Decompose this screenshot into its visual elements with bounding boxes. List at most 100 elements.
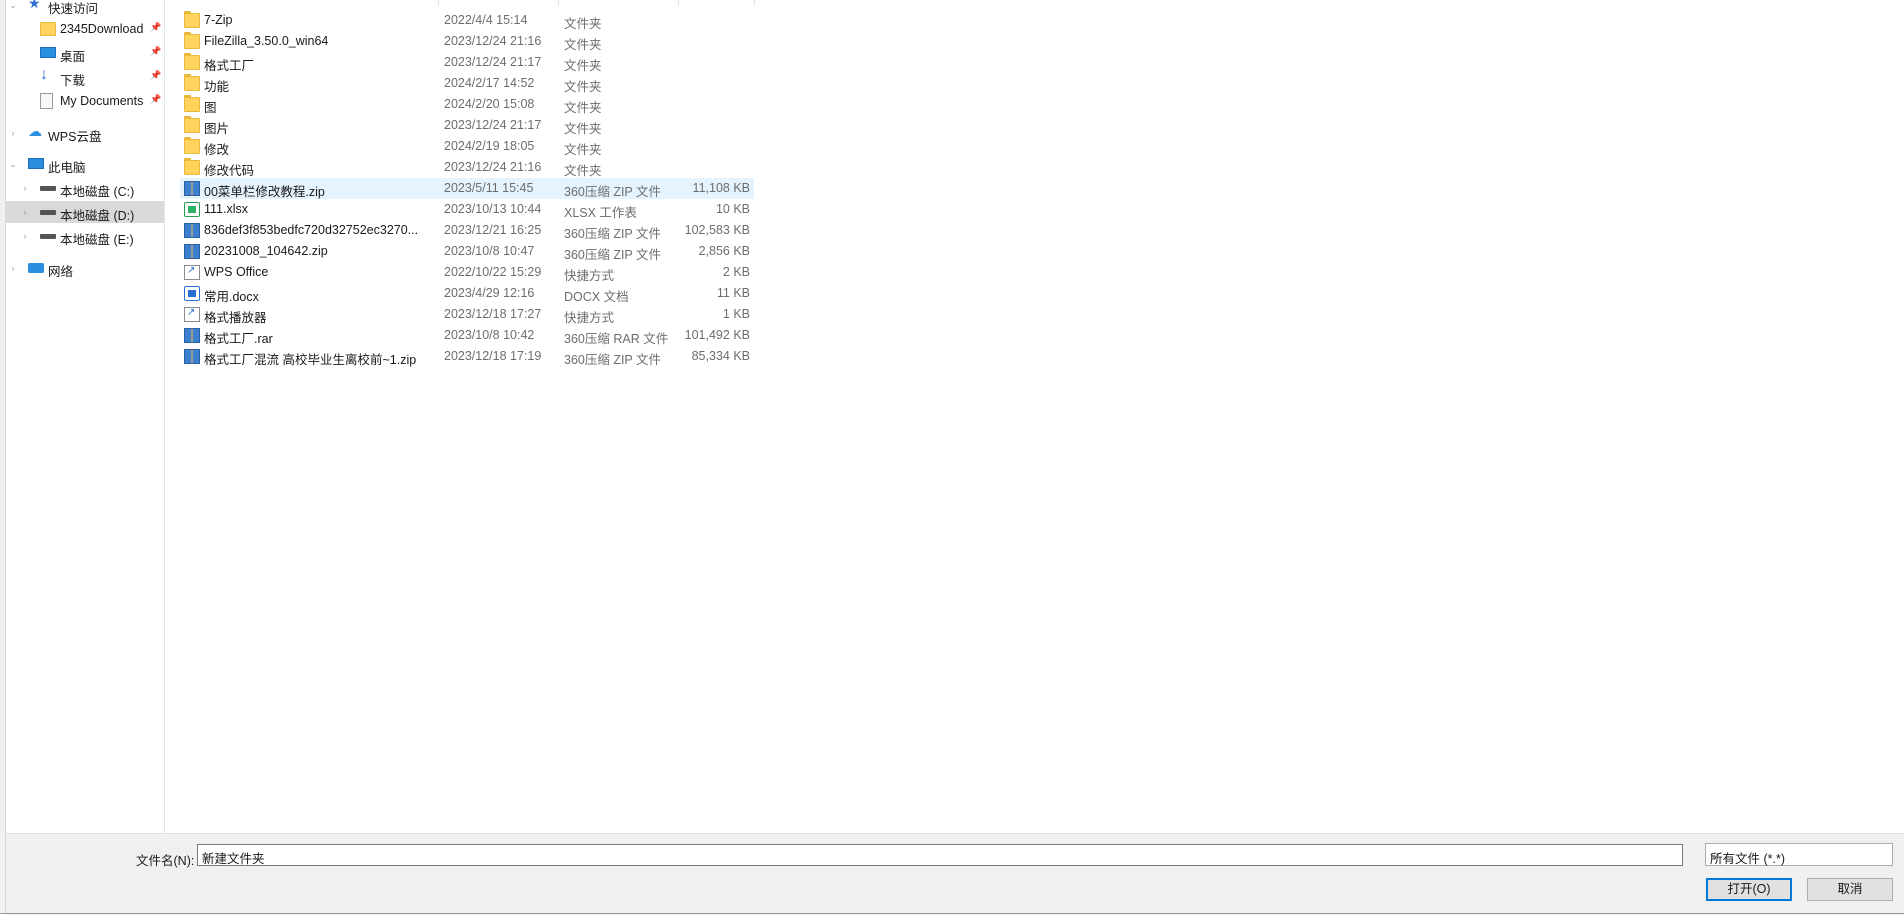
file-row[interactable]: 836def3f853bedfc720d32752ec3270... 2023/1…	[180, 220, 754, 241]
chevron-down-icon[interactable]: ⌄	[8, 159, 18, 169]
file-row[interactable]: 格式工厂混流 高校毕业生离校前~1.zip 2023/12/18 17:19 360…	[180, 346, 754, 367]
folder-icon	[184, 53, 200, 70]
file-name: FileZilla_3.50.0_win64	[204, 34, 329, 48]
file-type: 文件夹	[564, 143, 602, 157]
nav-item[interactable]: ↓ 下载 📌	[6, 66, 164, 88]
file-name: 功能	[204, 80, 230, 94]
zip-icon	[184, 223, 200, 238]
chevron-right-icon[interactable]: ›	[8, 128, 18, 138]
file-name: 修改代码	[204, 164, 255, 178]
file-type: 360压缩 ZIP 文件	[564, 227, 662, 241]
file-type: 360压缩 ZIP 文件	[564, 353, 662, 367]
chevron-right-icon[interactable]: ›	[20, 183, 30, 193]
chevron-right-icon[interactable]: ›	[20, 231, 30, 241]
file-name: 20231008_104642.zip	[204, 244, 328, 258]
file-type: 360压缩 RAR 文件	[564, 332, 669, 346]
file-type: 文件夹	[564, 164, 602, 178]
nav-item[interactable]: ⌄ ★ 快速访问	[6, 0, 164, 16]
file-size: 85,334 KB	[691, 349, 750, 363]
file-row[interactable]: 7-Zip 2022/4/4 15:14 文件夹	[180, 10, 754, 31]
xlsx-icon	[184, 202, 200, 217]
column-separator[interactable]	[754, 0, 755, 6]
nav-item[interactable]: › 本地磁盘 (D:)	[6, 201, 164, 223]
folder-icon	[184, 95, 200, 112]
folder-icon	[184, 158, 200, 175]
file-name: 图	[204, 101, 217, 115]
file-row[interactable]: 格式工厂 2023/12/24 21:17 文件夹	[180, 52, 754, 73]
file-size: 2,856 KB	[698, 244, 750, 258]
folder-icon	[40, 22, 56, 36]
column-separator[interactable]	[558, 0, 559, 6]
folder-icon	[184, 11, 200, 28]
nav-item[interactable]: ⌄ 此电脑	[6, 153, 164, 175]
zip-icon	[184, 244, 200, 259]
file-name: WPS Office	[204, 265, 269, 279]
file-name: 图片	[204, 122, 230, 136]
folder-icon	[184, 137, 200, 154]
file-type: 文件夹	[564, 101, 602, 115]
cancel-button[interactable]: 取消	[1807, 878, 1893, 901]
file-row[interactable]: WPS Office 2022/10/22 15:29 快捷方式 2 KB	[180, 262, 754, 283]
nav-item[interactable]: › ☁ WPS云盘	[6, 122, 164, 144]
pin-icon: 📌	[150, 22, 162, 32]
folder-icon	[184, 116, 200, 133]
drive-icon	[40, 234, 56, 239]
filetype-select[interactable]: 所有文件 (*.*) ⌵	[1705, 843, 1893, 866]
documents-icon	[40, 93, 53, 109]
nav-item[interactable]: 桌面 📌	[6, 42, 164, 64]
file-row[interactable]: 修改代码 2023/12/24 21:16 文件夹	[180, 157, 754, 178]
file-row[interactable]: 00菜单栏修改教程.zip 2023/5/11 15:45 360压缩 ZIP 文件…	[180, 178, 754, 199]
column-separator[interactable]	[678, 0, 679, 6]
open-button[interactable]: 打开(O)	[1706, 878, 1792, 901]
file-row[interactable]: 功能 2024/2/17 14:52 文件夹	[180, 73, 754, 94]
download-arrow-icon: ↓	[40, 66, 48, 83]
nav-item-label: 下载	[60, 74, 86, 88]
drive-icon	[40, 210, 56, 215]
file-row[interactable]: 常用.docx 2023/4/29 12:16 DOCX 文档 11 KB	[180, 283, 754, 304]
file-row[interactable]: 格式播放器 2023/12/18 17:27 快捷方式 1 KB	[180, 304, 754, 325]
file-row[interactable]: 20231008_104642.zip 2023/10/8 10:47 360压缩 …	[180, 241, 754, 262]
nav-item[interactable]: › 本地磁盘 (C:)	[6, 177, 164, 199]
nav-item[interactable]: › 本地磁盘 (E:)	[6, 225, 164, 247]
file-row[interactable]: 修改 2024/2/19 18:05 文件夹	[180, 136, 754, 157]
nav-item-label: My Documents	[60, 94, 144, 108]
shortcut-icon	[184, 265, 200, 280]
file-size: 2 KB	[722, 265, 750, 279]
file-row[interactable]: 图片 2023/12/24 21:17 文件夹	[180, 115, 754, 136]
docx-icon	[184, 286, 200, 301]
file-type: 文件夹	[564, 80, 602, 94]
chevron-down-icon[interactable]: ⌵	[1710, 848, 1888, 863]
drive-icon	[40, 186, 56, 191]
file-name: 格式工厂混流 高校毕业生离校前~1.zip	[204, 353, 417, 367]
nav-item[interactable]: My Documents 📌	[6, 90, 164, 112]
file-name: 常用.docx	[204, 290, 259, 304]
file-row[interactable]: 图 2024/2/20 15:08 文件夹	[180, 94, 754, 115]
nav-item-label: 快速访问	[48, 2, 99, 16]
rar-icon	[184, 328, 200, 343]
file-date: 2022/10/22 15:29	[444, 265, 542, 279]
file-size: 10 KB	[715, 202, 750, 216]
file-date: 2023/12/18 17:27	[444, 307, 542, 321]
file-row[interactable]: 格式工厂.rar 2023/10/8 10:42 360压缩 RAR 文件 101,4…	[180, 325, 754, 346]
filename-label: 文件名(N):	[136, 854, 195, 868]
file-date: 2023/12/24 21:16	[444, 160, 542, 174]
nav-item-label: 本地磁盘 (D:)	[60, 209, 135, 223]
file-name: 格式播放器	[204, 311, 267, 325]
pin-icon: 📌	[150, 94, 162, 104]
chevron-down-icon[interactable]: ⌵	[202, 848, 1678, 863]
nav-item[interactable]: › 网络	[6, 257, 164, 279]
file-row[interactable]: 111.xlsx 2023/10/13 10:44 XLSX 工作表 10 KB	[180, 199, 754, 220]
chevron-down-icon[interactable]: ⌄	[8, 0, 18, 10]
file-date: 2023/12/24 21:16	[444, 34, 542, 48]
filename-input[interactable]: 新建文件夹 ⌵	[197, 844, 1683, 866]
file-row[interactable]: FileZilla_3.50.0_win64 2023/12/24 21:16 文件…	[180, 31, 754, 52]
nav-item[interactable]: 2345Download 📌	[6, 18, 164, 40]
chevron-right-icon[interactable]: ›	[20, 207, 30, 217]
chevron-right-icon[interactable]: ›	[8, 263, 18, 273]
desktop-icon	[40, 47, 56, 58]
file-type: 快捷方式	[564, 269, 615, 283]
column-separator[interactable]	[438, 0, 439, 6]
file-name: 格式工厂	[204, 59, 255, 73]
file-name: 修改	[204, 143, 230, 157]
pin-icon: 📌	[150, 70, 162, 80]
